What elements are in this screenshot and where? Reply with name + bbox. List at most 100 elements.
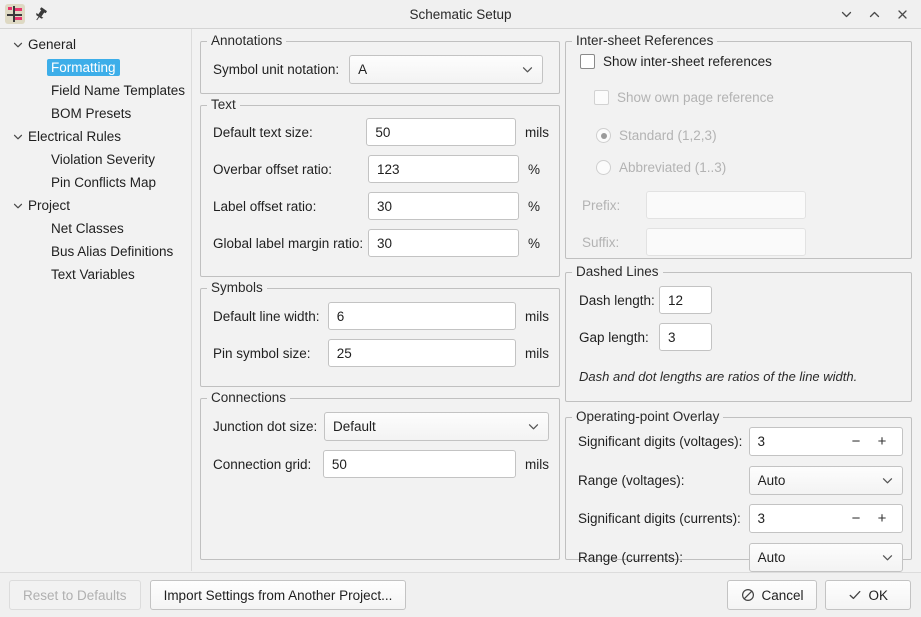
- global-label-margin-ratio-value: 30: [377, 236, 392, 251]
- sidebar-item-label: BOM Presets: [47, 105, 135, 122]
- range-currents-select[interactable]: Auto: [749, 543, 903, 572]
- show-intersheet-references-checkbox[interactable]: Show inter-sheet references: [580, 54, 772, 69]
- symbol-unit-notation-value: A: [358, 62, 521, 77]
- dash-length-input[interactable]: 12: [659, 286, 712, 314]
- junction-dot-size-value: Default: [333, 419, 527, 434]
- decrement-button[interactable]: −: [846, 511, 866, 526]
- sidebar-item-label: Pin Conflicts Map: [47, 174, 160, 191]
- default-line-width-value: 6: [337, 309, 345, 324]
- import-settings-label: Import Settings from Another Project...: [164, 588, 393, 603]
- sidebar-item-electrical-rules[interactable]: Electrical Rules: [0, 125, 191, 148]
- standard-radio[interactable]: Standard (1,2,3): [596, 128, 717, 143]
- annotations-group: Annotations Symbol unit notation: A: [200, 41, 560, 94]
- close-button[interactable]: [889, 2, 915, 26]
- maximize-button[interactable]: [861, 2, 887, 26]
- chevron-down-icon[interactable]: [8, 131, 28, 143]
- intersheet-references-group-title: Inter-sheet References: [572, 33, 717, 48]
- label-offset-ratio-value: 30: [377, 199, 392, 214]
- reset-to-defaults-button[interactable]: Reset to Defaults: [9, 580, 141, 610]
- overbar-offset-ratio-input[interactable]: 123: [368, 155, 519, 183]
- junction-dot-size-select[interactable]: Default: [324, 412, 549, 441]
- overbar-offset-ratio-value: 123: [377, 162, 400, 177]
- increment-button[interactable]: +: [872, 511, 892, 526]
- connections-group-title: Connections: [207, 390, 290, 405]
- default-text-size-input[interactable]: 50: [366, 118, 516, 146]
- cancel-button[interactable]: Cancel: [727, 580, 817, 610]
- text-group: Text Default text size: 50 mils Overbar …: [200, 105, 560, 277]
- sig-digits-currents-stepper[interactable]: 3 − +: [749, 504, 903, 533]
- chevron-down-icon[interactable]: [8, 39, 28, 51]
- range-voltages-select[interactable]: Auto: [749, 466, 903, 495]
- ok-button[interactable]: OK: [825, 580, 911, 610]
- sig-digits-voltages-value: 3: [758, 434, 846, 449]
- pin-symbol-size-unit: mils: [525, 346, 549, 361]
- overbar-offset-ratio-label: Overbar offset ratio:: [213, 162, 368, 177]
- sidebar-item-bom-presets[interactable]: BOM Presets: [0, 102, 191, 125]
- symbols-group: Symbols Default line width: 6 mils Pin s…: [200, 288, 560, 387]
- sidebar-item-label: Formatting: [47, 59, 120, 76]
- default-line-width-label: Default line width:: [213, 309, 328, 324]
- abbreviated-radio[interactable]: Abbreviated (1..3): [596, 160, 726, 175]
- sidebar-item-project[interactable]: Project: [0, 194, 191, 217]
- kicad-eeschema-icon: [5, 4, 25, 24]
- import-settings-button[interactable]: Import Settings from Another Project...: [150, 580, 407, 610]
- sidebar-item-net-classes[interactable]: Net Classes: [0, 217, 191, 240]
- pin-symbol-size-input[interactable]: 25: [328, 339, 516, 367]
- sidebar-item-label: Text Variables: [47, 266, 139, 283]
- show-own-page-reference-checkbox[interactable]: Show own page reference: [594, 90, 774, 105]
- connection-grid-input[interactable]: 50: [323, 450, 516, 478]
- pin-symbol-size-label: Pin symbol size:: [213, 346, 328, 361]
- sidebar-item-violation-severity[interactable]: Violation Severity: [0, 148, 191, 171]
- sidebar-item-general[interactable]: General: [0, 33, 191, 56]
- prefix-input[interactable]: [646, 191, 806, 219]
- intersheet-references-group: Inter-sheet References Show inter-sheet …: [565, 41, 912, 259]
- suffix-input[interactable]: [646, 228, 806, 256]
- gap-length-input[interactable]: 3: [659, 323, 712, 351]
- global-label-margin-ratio-label: Global label margin ratio:: [213, 236, 368, 251]
- text-group-title: Text: [207, 97, 240, 112]
- sidebar-item-pin-conflicts-map[interactable]: Pin Conflicts Map: [0, 171, 191, 194]
- minimize-button[interactable]: [833, 2, 859, 26]
- ok-label: OK: [868, 588, 888, 603]
- sidebar-item-formatting[interactable]: Formatting: [0, 56, 191, 79]
- gap-length-label: Gap length:: [579, 330, 659, 345]
- sidebar-item-field-name-templates[interactable]: Field Name Templates: [0, 79, 191, 102]
- default-line-width-input[interactable]: 6: [328, 302, 516, 330]
- symbol-unit-notation-select[interactable]: A: [349, 55, 543, 84]
- dashed-lines-group: Dashed Lines Dash length: 12 Gap length:…: [565, 272, 912, 402]
- default-text-size-label: Default text size:: [213, 125, 366, 140]
- sidebar-item-bus-alias-definitions[interactable]: Bus Alias Definitions: [0, 240, 191, 263]
- global-label-margin-ratio-input[interactable]: 30: [368, 229, 519, 257]
- sidebar-item-text-variables[interactable]: Text Variables: [0, 263, 191, 286]
- junction-dot-size-label: Junction dot size:: [213, 419, 324, 434]
- sidebar-item-label: Violation Severity: [47, 151, 159, 168]
- connection-grid-label: Connection grid:: [213, 457, 323, 472]
- sig-digits-voltages-stepper[interactable]: 3 − +: [749, 427, 903, 456]
- decrement-button[interactable]: −: [846, 434, 866, 449]
- pin-icon[interactable]: [32, 6, 49, 23]
- sig-digits-voltages-label: Significant digits (voltages):: [578, 434, 749, 449]
- dash-length-label: Dash length:: [579, 293, 659, 308]
- checkbox-box: [594, 90, 609, 105]
- default-text-size-unit: mils: [525, 125, 549, 140]
- operating-point-overlay-group: Operating-point Overlay Significant digi…: [565, 417, 912, 560]
- range-voltages-value: Auto: [758, 473, 881, 488]
- label-offset-ratio-label: Label offset ratio:: [213, 199, 368, 214]
- symbols-group-title: Symbols: [207, 280, 267, 295]
- label-offset-ratio-input[interactable]: 30: [368, 192, 519, 220]
- dash-length-value: 12: [668, 293, 683, 308]
- connection-grid-unit: mils: [525, 457, 549, 472]
- check-icon: [848, 588, 862, 602]
- chevron-down-icon[interactable]: [8, 200, 28, 212]
- sig-digits-currents-value: 3: [758, 511, 846, 526]
- sidebar-item-label: Project: [28, 198, 70, 213]
- dialog-button-bar: Reset to Defaults Import Settings from A…: [0, 572, 921, 617]
- symbol-unit-notation-label: Symbol unit notation:: [213, 62, 339, 77]
- checkbox-box: [580, 54, 595, 69]
- sig-digits-currents-label: Significant digits (currents):: [578, 511, 749, 526]
- chevron-down-icon: [521, 63, 534, 76]
- increment-button[interactable]: +: [872, 434, 892, 449]
- overbar-offset-ratio-unit: %: [528, 162, 540, 177]
- annotations-group-title: Annotations: [207, 33, 286, 48]
- cancel-label: Cancel: [761, 588, 803, 603]
